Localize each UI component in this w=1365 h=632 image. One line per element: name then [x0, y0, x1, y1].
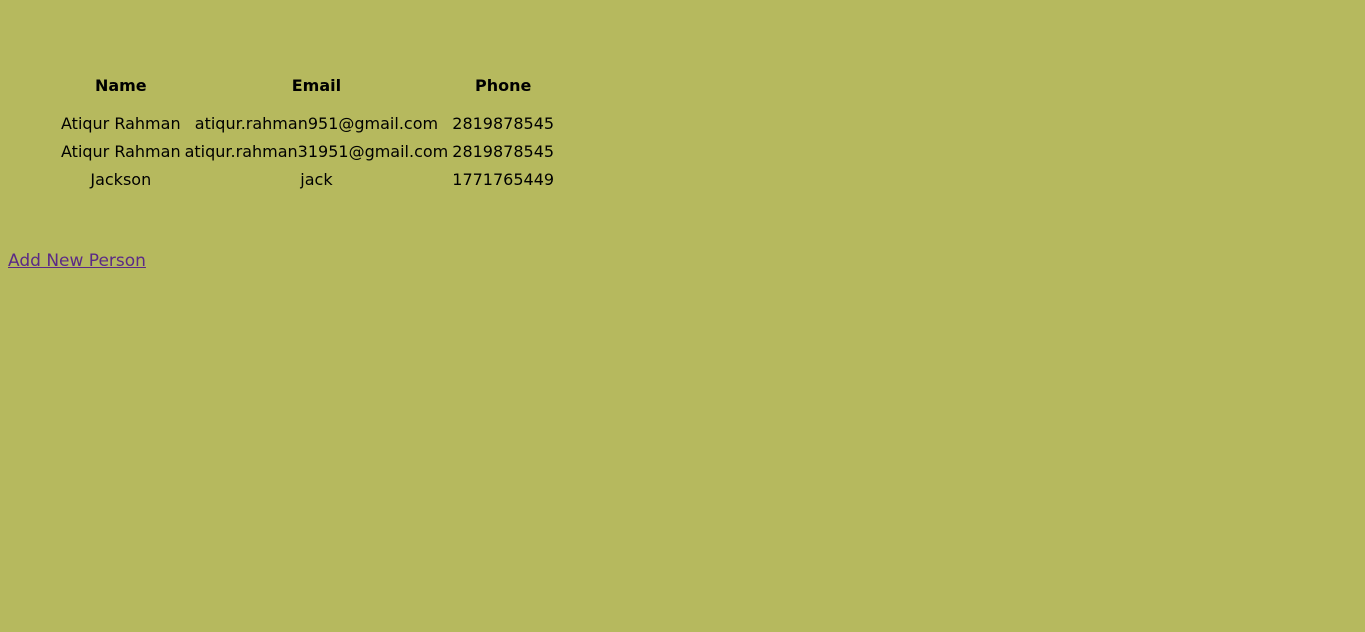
- cell-email: atiqur.rahman31951@gmail.com: [184, 142, 449, 161]
- table-row: Atiqur Rahman atiqur.rahman951@gmail.com…: [60, 111, 555, 137]
- table-header-row: Name Email Phone: [60, 72, 555, 109]
- column-header-name: Name: [94, 76, 147, 95]
- cell-email: jack: [300, 170, 333, 189]
- page: Name Email Phone Atiqur Rahman atiqur.ra…: [0, 0, 1365, 632]
- add-new-person-link[interactable]: Add New Person: [8, 250, 146, 272]
- cell-phone: 2819878545: [452, 142, 555, 161]
- table-row: Jackson jack 1771765449: [60, 167, 555, 193]
- cell-phone: 2819878545: [452, 114, 555, 133]
- table-row: Atiqur Rahman atiqur.rahman31951@gmail.c…: [60, 139, 555, 165]
- cell-name: Atiqur Rahman: [61, 114, 181, 133]
- cell-name: Jackson: [90, 170, 152, 189]
- cell-email: atiqur.rahman951@gmail.com: [194, 114, 439, 133]
- column-header-phone: Phone: [474, 76, 532, 95]
- cell-phone: 1771765449: [452, 170, 555, 189]
- people-table: Name Email Phone Atiqur Rahman atiqur.ra…: [58, 70, 557, 195]
- cell-name: Atiqur Rahman: [61, 142, 181, 161]
- column-header-email: Email: [291, 76, 342, 95]
